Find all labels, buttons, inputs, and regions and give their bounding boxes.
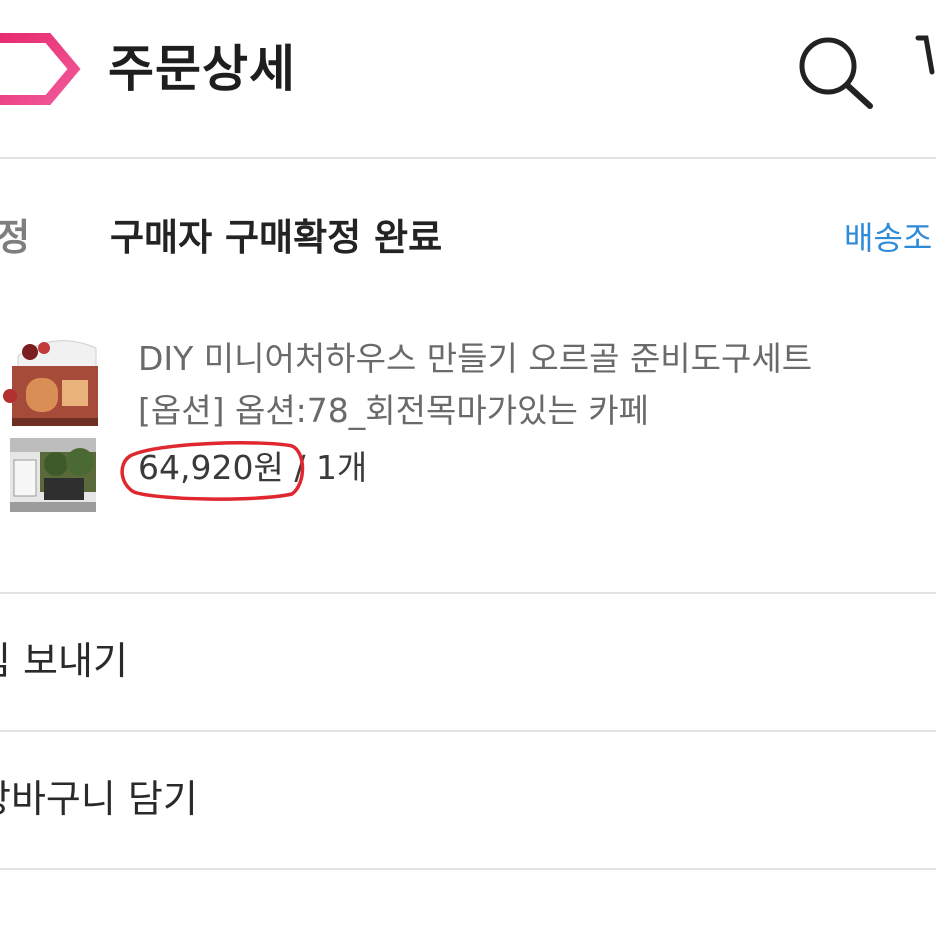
app-header: 주문상세 [0, 0, 936, 158]
tracking-link[interactable]: 배송조 [844, 206, 932, 270]
search-icon[interactable] [794, 32, 878, 112]
cart-icon[interactable] [912, 32, 936, 112]
product-option: [옵션] 옵션:78_회전목마가있는 카페 [138, 391, 650, 430]
product-thumbnail[interactable] [0, 326, 100, 516]
order-status-row: 확정 구매자 구매확정 완료 배송조 [0, 206, 936, 270]
product-image [0, 326, 100, 516]
send-gift-label: 림 보내기 [0, 639, 128, 683]
add-to-cart-row[interactable]: 장바구니 담기 [0, 732, 936, 866]
product-quantity: 1개 [315, 448, 368, 487]
page-title: 주문상세 [108, 40, 296, 98]
chevron-left-icon[interactable] [0, 28, 82, 110]
price-highlight-mark [120, 441, 305, 501]
divider [0, 868, 936, 870]
status-label: 확정 [0, 216, 31, 259]
divider [0, 157, 936, 159]
status-text: 구매자 구매확정 완료 [110, 216, 443, 259]
product-name[interactable]: DIY 미니어처하우스 만들기 오르골 준비도구세트 [138, 334, 812, 384]
send-gift-row[interactable]: 림 보내기 [0, 594, 936, 728]
add-to-cart-label: 장바구니 담기 [0, 777, 198, 821]
